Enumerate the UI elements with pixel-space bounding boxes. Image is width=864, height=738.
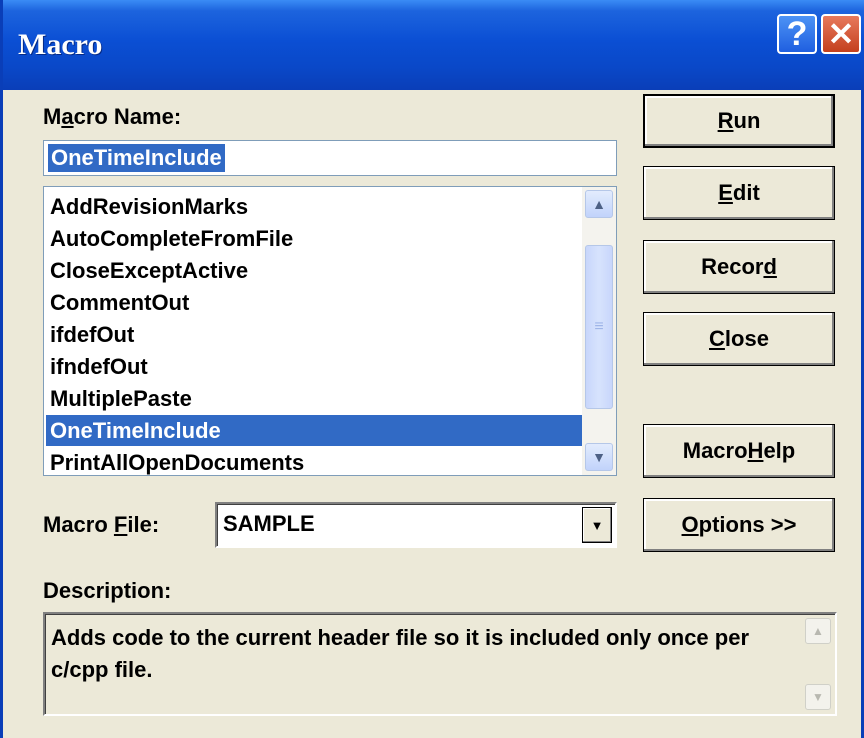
list-item[interactable]: CloseExceptActive: [48, 255, 580, 286]
close-icon[interactable]: ✕: [821, 14, 861, 54]
list-item[interactable]: CommentOut: [48, 287, 580, 318]
record-button[interactable]: Recor d: [643, 240, 835, 294]
macro-file-select[interactable]: SAMPLE ▼: [215, 502, 617, 548]
list-item[interactable]: AutoCompleteFromFile: [48, 223, 580, 254]
macro-name-input[interactable]: OneTimeInclude: [43, 140, 617, 176]
list-item[interactable]: PrintAllOpenDocuments: [48, 447, 580, 475]
description-scrollbar[interactable]: ▲ ▼: [805, 616, 833, 712]
run-button[interactable]: Run: [643, 94, 835, 148]
macro-file-label: Macro File:: [43, 512, 160, 537]
scroll-thumb[interactable]: ≡: [585, 245, 613, 409]
scroll-down-icon[interactable]: ▼: [585, 443, 613, 471]
list-scrollbar[interactable]: ▲ ≡ ▼: [582, 187, 616, 475]
list-item[interactable]: AddRevisionMarks: [48, 191, 580, 222]
close-button[interactable]: Close: [643, 312, 835, 366]
macro-name-value: OneTimeInclude: [48, 144, 225, 172]
macro-help-button[interactable]: Macro Help: [643, 424, 835, 478]
description-text: Adds code to the current header file so …: [51, 625, 750, 682]
macro-dialog: Macro ? ✕ Macro Name: OneTimeInclude Add…: [0, 0, 864, 738]
description-label: Description:: [43, 578, 172, 603]
macro-file-value: SAMPLE: [223, 511, 315, 536]
window-title: Macro: [18, 28, 103, 61]
list-item[interactable]: MultiplePaste: [48, 383, 580, 414]
macro-list[interactable]: AddRevisionMarks AutoCompleteFromFile Clos…: [43, 186, 617, 476]
macro-name-label: Macro Name:: [43, 104, 182, 129]
list-item[interactable]: OneTimeInclude: [46, 415, 582, 446]
list-item[interactable]: ifndefOut: [48, 351, 580, 382]
list-item[interactable]: ifdefOut: [48, 319, 580, 350]
scroll-up-icon[interactable]: ▲: [585, 190, 613, 218]
description-box: Adds code to the current header file so …: [43, 612, 837, 716]
edit-button[interactable]: Edit: [643, 166, 835, 220]
options-button[interactable]: Options >>: [643, 498, 835, 552]
help-icon[interactable]: ?: [777, 14, 817, 54]
dropdown-arrow-icon[interactable]: ▼: [582, 507, 612, 543]
desc-scroll-down-icon[interactable]: ▼: [805, 684, 831, 710]
title-bar[interactable]: Macro ? ✕: [3, 0, 864, 90]
desc-scroll-up-icon[interactable]: ▲: [805, 618, 831, 644]
